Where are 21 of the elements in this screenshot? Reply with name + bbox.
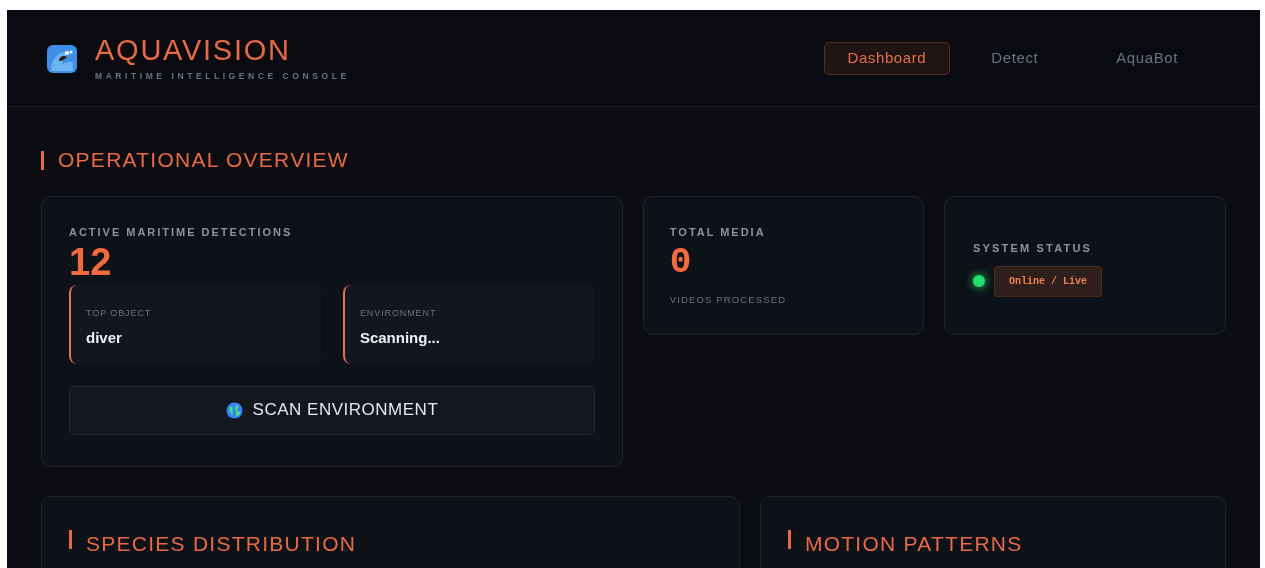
app-subtitle: MARITIME INTELLIGENCE CONSOLE [95, 69, 350, 83]
nav-tab[interactable]: Detect [954, 41, 1076, 75]
nav-tab[interactable]: AquaBot [1079, 41, 1215, 75]
card-caption: VIDEOS PROCESSED [669, 292, 788, 307]
nav-tab[interactable]: Dashboard [823, 41, 951, 75]
section-title: OPERATIONAL OVERVIEW [58, 147, 349, 174]
status-badge: Online / Live [993, 265, 1102, 297]
panel-title: MOTION PATTERNS [804, 531, 1023, 557]
app-title: AQUAVISION [95, 33, 292, 66]
card-label: TOTAL MEDIA [669, 225, 767, 240]
detail-value: Scanning... [359, 328, 441, 348]
detail-label: ENVIRONMENT [359, 306, 438, 320]
detail-label: TOP OBJECT [86, 306, 153, 320]
card-label: SYSTEM STATUS [972, 241, 1094, 256]
panel-title: SPECIES DISTRIBUTION [86, 531, 357, 557]
scan-environment-button[interactable]: SCAN ENVIRONMENT [69, 385, 595, 435]
globe-icon [225, 401, 243, 419]
media-count: 0 [669, 240, 693, 285]
detection-count: 12 [69, 240, 113, 283]
card-label: ACTIVE MARITIME DETECTIONS [69, 225, 294, 240]
detail-value: diver [86, 328, 123, 348]
